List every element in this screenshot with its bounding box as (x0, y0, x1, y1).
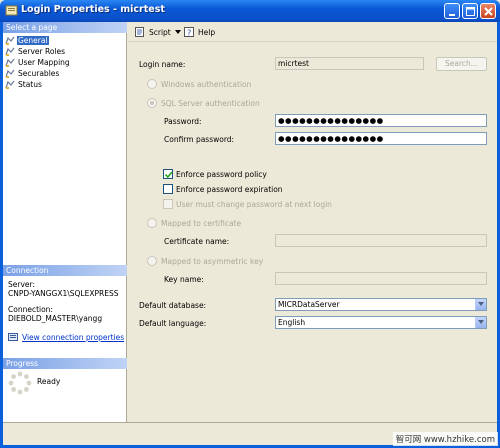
enforce-policy-checkbox[interactable] (163, 169, 173, 179)
default-db-select[interactable]: MICRDataServer (275, 298, 487, 311)
login-name-field[interactable]: micrtest (275, 57, 424, 70)
key-name-label: Key name: (164, 275, 204, 284)
page-icon (5, 80, 15, 89)
help-label: Help (198, 27, 216, 37)
progress-area: Ready (8, 371, 60, 397)
script-button[interactable]: Script (134, 26, 182, 38)
progress-spinner-icon (8, 371, 32, 395)
toolbar: Script ? Help (128, 22, 497, 42)
default-lang-select[interactable]: English (275, 316, 487, 329)
connection-info: Server: CNPD-YANGGX1\SQLEXPRESS Connecti… (8, 280, 118, 323)
page-icon (5, 58, 15, 67)
dropdown-arrow-icon (475, 299, 486, 310)
connection-header: Connection (3, 265, 127, 276)
enforce-expiration-label: Enforce password expiration (176, 185, 283, 194)
svg-text:?: ? (187, 29, 191, 38)
select-page-header: Select a page (3, 22, 127, 33)
dialog-client-area: Select a page General Server Roles User … (3, 22, 497, 445)
checkmark-icon (164, 171, 173, 179)
script-label: Script (149, 27, 171, 37)
default-db-value: MICRDataServer (278, 300, 340, 309)
page-item-label: User Mapping (18, 58, 70, 67)
sql-auth-label: SQL Server authentication (161, 99, 260, 108)
left-pane: Select a page General Server Roles User … (3, 22, 127, 422)
default-db-label: Default database: (139, 301, 207, 310)
server-value: CNPD-YANGGX1\SQLEXPRESS (8, 289, 119, 298)
minimize-button[interactable] (444, 3, 460, 19)
page-item-general[interactable]: General (5, 35, 71, 46)
page-icon (5, 69, 15, 78)
connection-value: DIEBOLD_MASTER\yangg (8, 314, 103, 323)
must-change-label: User must change password at next login (176, 200, 332, 209)
title-bar[interactable]: Login Properties - micrtest (0, 0, 500, 22)
page-item-user-mapping[interactable]: User Mapping (5, 57, 71, 68)
key-name-field[interactable] (275, 272, 487, 285)
sql-auth-radio[interactable] (147, 98, 157, 108)
app-icon (5, 5, 18, 16)
minimize-icon (449, 14, 455, 16)
search-button[interactable]: Search... (436, 57, 487, 71)
default-lang-value: English (278, 318, 306, 327)
page-item-label: Status (18, 80, 42, 89)
enforce-expiration-checkbox[interactable] (163, 184, 173, 194)
password-input[interactable]: ●●●●●●●●●●●●●●● (275, 114, 487, 127)
view-connection-properties-link[interactable]: View connection properties (8, 332, 124, 342)
password-label: Password: (164, 117, 202, 126)
must-change-checkbox[interactable] (163, 199, 173, 209)
confirm-password-label: Confirm password: (164, 135, 235, 144)
page-icon (5, 36, 15, 45)
page-item-securables[interactable]: Securables (5, 68, 71, 79)
mapped-cert-label: Mapped to certificate (161, 219, 242, 228)
default-lang-label: Default language: (139, 319, 207, 328)
mapped-asym-label: Mapped to asymmetric key (161, 257, 264, 266)
windows-auth-label: Windows authentication (161, 80, 252, 89)
script-icon (135, 27, 144, 37)
window-title: Login Properties - micrtest (21, 4, 165, 15)
mapped-asym-radio[interactable] (147, 256, 157, 266)
connection-properties-icon (8, 333, 18, 341)
close-button[interactable] (480, 3, 496, 19)
general-page: Login name: micrtest Search... Windows a… (128, 42, 497, 422)
maximize-icon (466, 7, 475, 16)
progress-header: Progress (3, 358, 127, 369)
connection-label: Connection: (8, 305, 53, 314)
server-label: Server: (8, 280, 35, 289)
progress-status: Ready (37, 377, 61, 386)
page-item-status[interactable]: Status (5, 79, 71, 90)
maximize-button[interactable] (462, 3, 478, 19)
page-list: General Server Roles User Mapping Secura… (5, 35, 71, 90)
page-item-label: General (17, 36, 49, 45)
confirm-password-input[interactable]: ●●●●●●●●●●●●●●● (275, 132, 487, 145)
enforce-policy-label: Enforce password policy (176, 170, 267, 179)
page-item-label: Securables (18, 69, 60, 78)
mapped-cert-radio[interactable] (147, 218, 157, 228)
cert-name-field[interactable] (275, 234, 487, 247)
page-icon (5, 47, 15, 56)
dropdown-arrow-icon (475, 317, 486, 328)
close-icon (484, 7, 493, 16)
login-name-label: Login name: (139, 60, 186, 69)
help-icon: ? (184, 27, 194, 38)
login-properties-window: Login Properties - micrtest Select a pag… (0, 0, 500, 448)
help-button[interactable]: ? Help (183, 26, 215, 38)
site-watermark: 智可网 www.hzhike.com (392, 432, 498, 446)
windows-auth-radio[interactable] (147, 79, 157, 89)
page-item-label: Server Roles (18, 47, 66, 56)
page-item-server-roles[interactable]: Server Roles (5, 46, 71, 57)
chevron-down-icon (174, 29, 181, 34)
cert-name-label: Certificate name: (164, 237, 230, 246)
view-connection-properties-label: View connection properties (22, 332, 125, 342)
